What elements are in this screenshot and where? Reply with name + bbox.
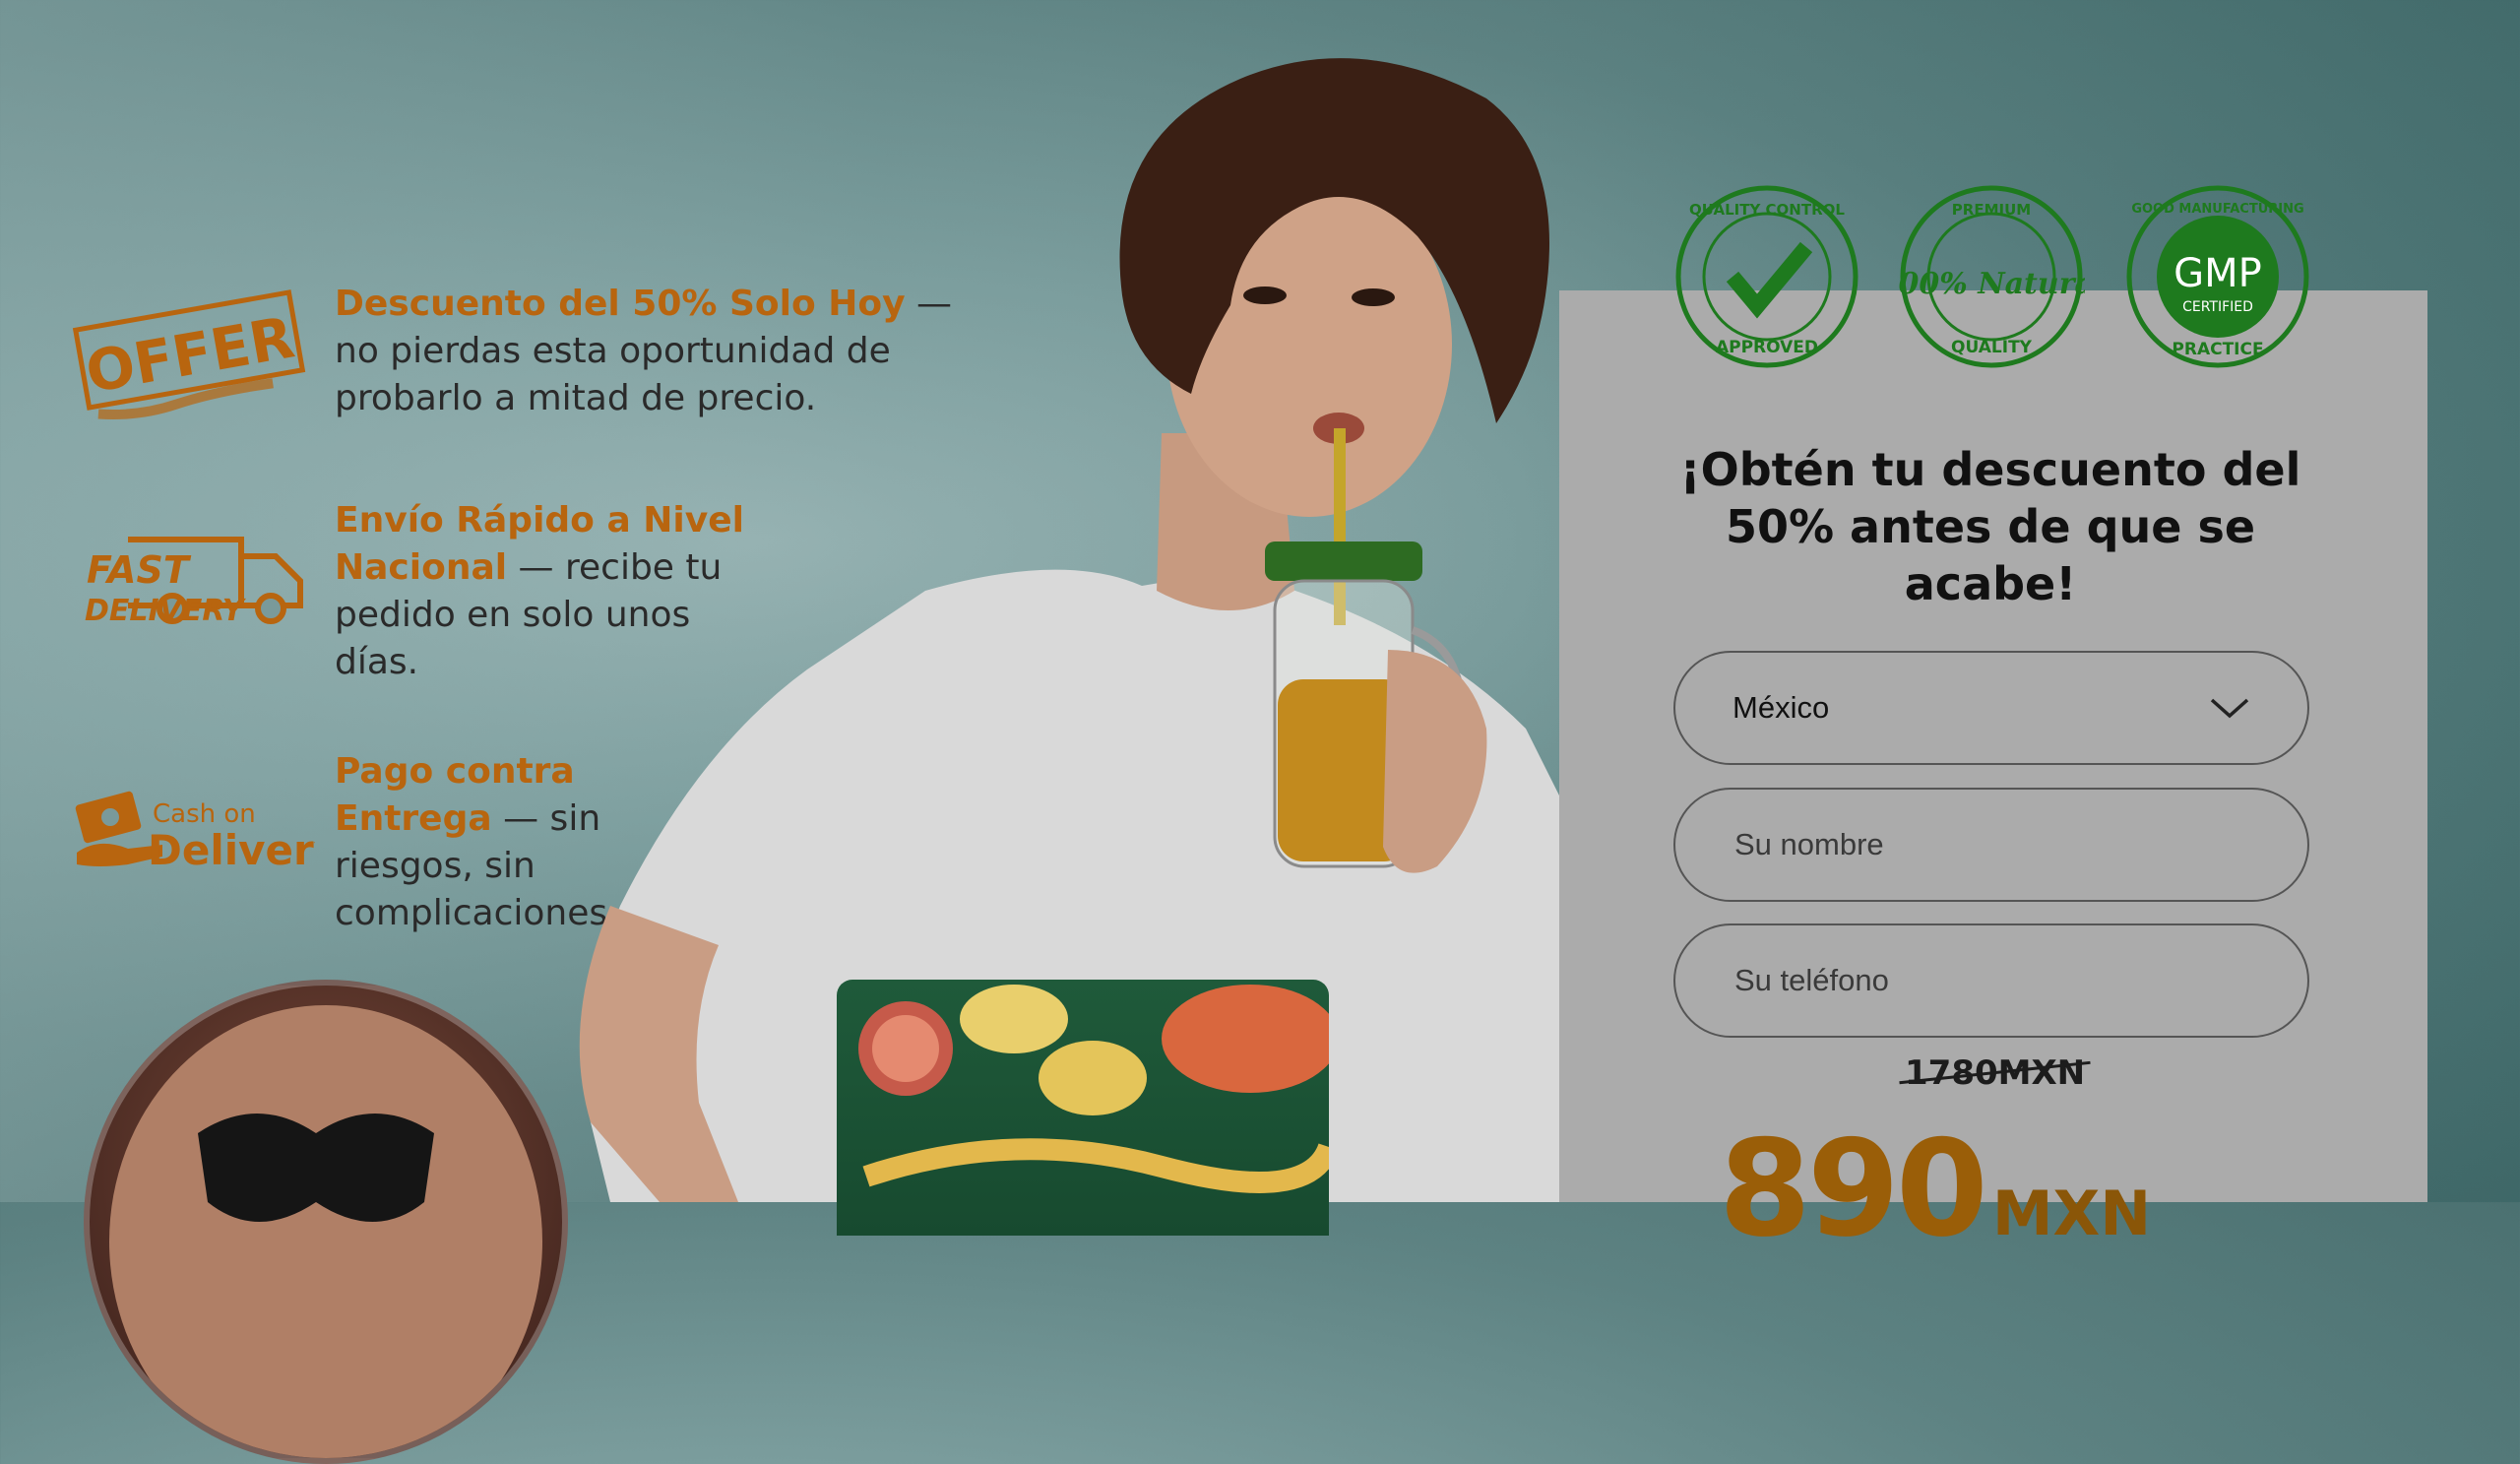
svg-text:GMP: GMP xyxy=(2174,251,2262,296)
before-photo xyxy=(84,980,568,1464)
old-price: 1780MXN xyxy=(1899,1053,2091,1093)
svg-text:CERTIFIED: CERTIFIED xyxy=(2182,299,2253,315)
offer-stamp-icon: OFFER xyxy=(69,281,335,428)
name-input[interactable] xyxy=(1732,826,2250,863)
name-field[interactable] xyxy=(1673,788,2309,902)
country-select-value: México xyxy=(1732,690,1830,725)
premium-natural-badge: PREMIUM 100% Natural QUALITY xyxy=(1898,185,2085,368)
new-price: 890 MXN xyxy=(1719,1122,2151,1255)
phone-field[interactable] xyxy=(1673,923,2309,1038)
form-title: ¡Obtén tu descuento del 50% antes de que… xyxy=(1679,443,2301,610)
svg-text:APPROVED: APPROVED xyxy=(1716,338,1818,357)
svg-text:QUALITY: QUALITY xyxy=(1951,338,2033,357)
new-price-value: 890 xyxy=(1719,1112,1988,1266)
fast-delivery-truck-icon: FAST DELIVERY xyxy=(69,497,335,645)
new-price-currency: MXN xyxy=(1991,1178,2152,1249)
gmp-certified-badge: GOOD MANUFACTURING GMP CERTIFIED PRACTIC… xyxy=(2126,185,2309,368)
quality-control-approved-badge: QUALITY CONTROL APPROVED xyxy=(1675,185,1858,368)
phone-input[interactable] xyxy=(1732,962,2250,999)
svg-text:DELIVERY: DELIVERY xyxy=(85,594,247,628)
cash-on-delivery-icon: Cash on Delivery xyxy=(69,748,335,896)
svg-text:PRACTICE: PRACTICE xyxy=(2172,340,2263,359)
svg-text:QUALITY CONTROL: QUALITY CONTROL xyxy=(1689,201,1845,219)
svg-text:Delivery: Delivery xyxy=(148,826,315,874)
country-select[interactable]: México xyxy=(1673,651,2309,765)
product-pouch-image xyxy=(837,980,1329,1236)
svg-text:FAST: FAST xyxy=(87,548,192,592)
svg-text:100% Natural: 100% Natural xyxy=(1898,267,2085,301)
svg-text:GOOD MANUFACTURING: GOOD MANUFACTURING xyxy=(2131,202,2303,217)
svg-text:Cash on: Cash on xyxy=(153,799,256,829)
chevron-down-icon xyxy=(2210,698,2249,719)
svg-text:PREMIUM: PREMIUM xyxy=(1952,201,2031,219)
